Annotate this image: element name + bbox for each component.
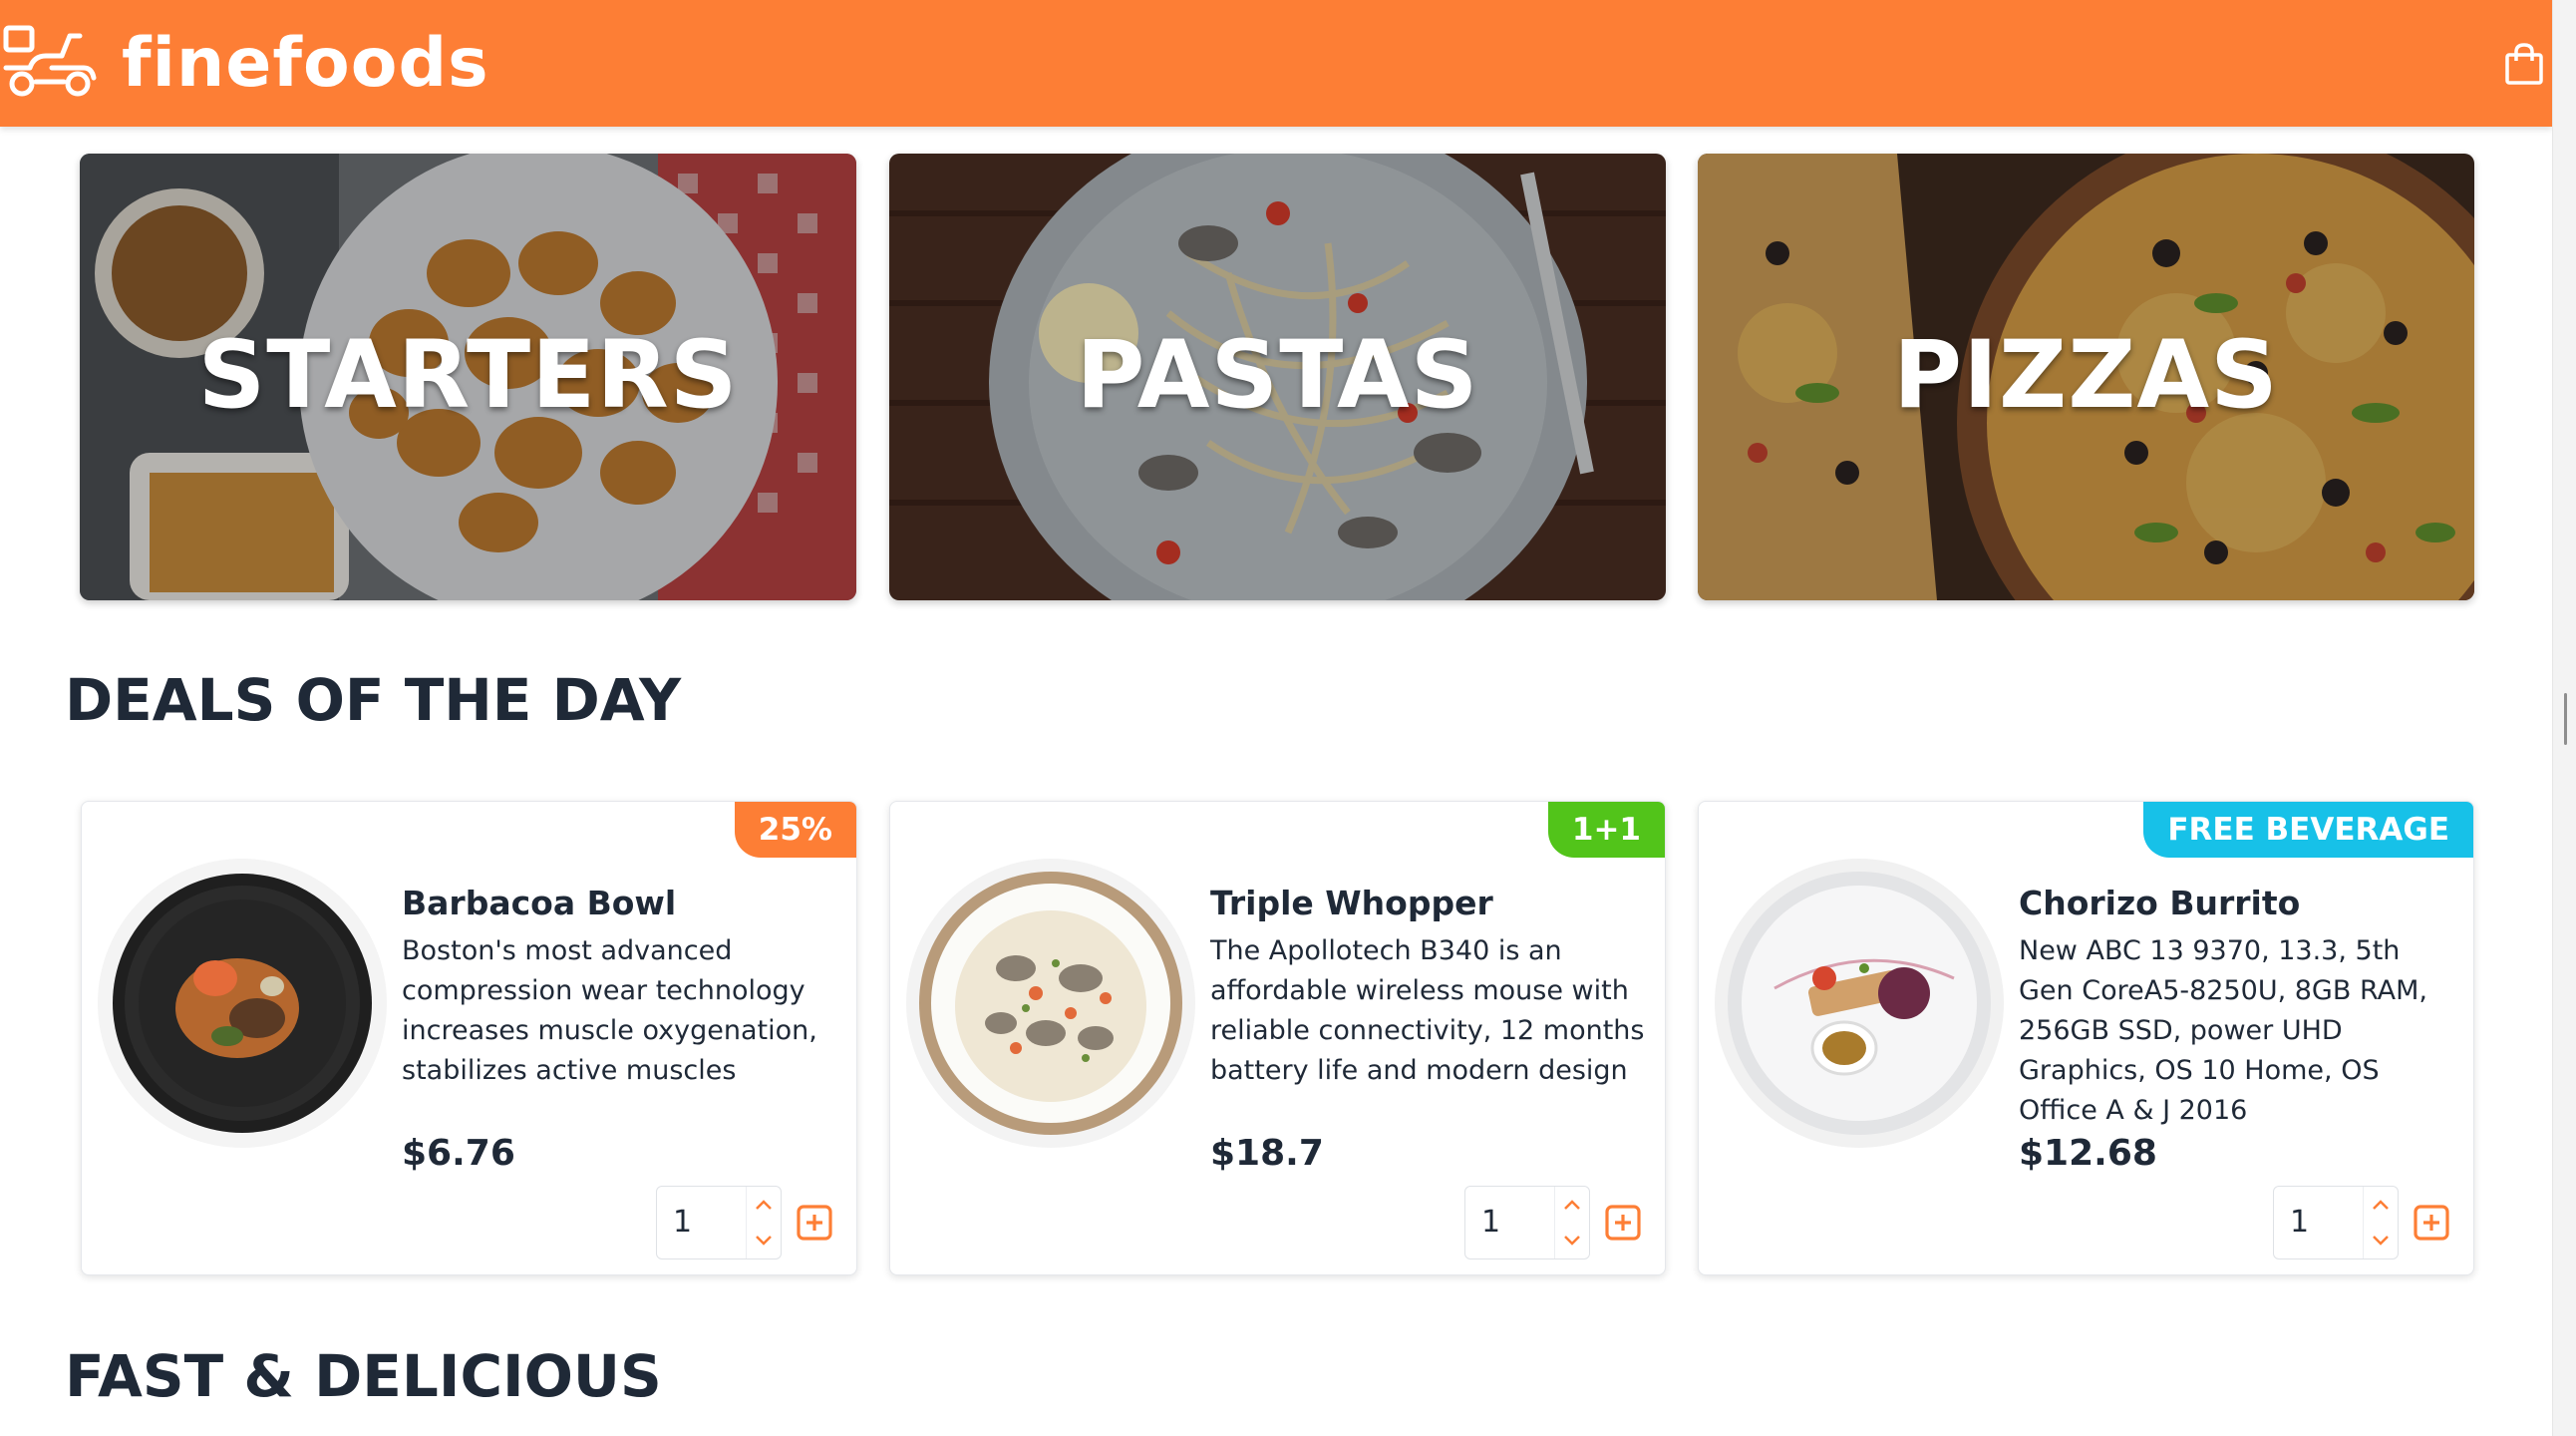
deal-badge: 25% xyxy=(734,802,856,858)
dish-description: The Apollotech B340 is an affordable wir… xyxy=(1210,935,1645,1086)
chevron-down-icon[interactable] xyxy=(1555,1223,1589,1258)
deals-section-title: DEALS OF THE DAY xyxy=(65,666,682,734)
dish-photo xyxy=(906,859,1195,1148)
chevron-down-icon[interactable] xyxy=(2364,1223,2398,1258)
dish-description: New ABC 13 9370, 13.3, 5th Gen CoreA5-82… xyxy=(2019,935,2427,1126)
category-label: PIZZAS xyxy=(1893,321,2279,430)
shopping-bag-icon[interactable] xyxy=(2504,42,2544,86)
deal-card: FREE BEVERAGE Chorizo Burrito New ABC 13… xyxy=(1698,801,2474,1275)
fast-delicious-section-title: FAST & DELICIOUS xyxy=(65,1342,662,1410)
dish-name[interactable]: Barbacoa Bowl xyxy=(402,884,676,922)
quantity-stepper[interactable]: 1 xyxy=(1464,1186,1590,1259)
vertical-scrollbar[interactable] xyxy=(2552,0,2576,1436)
quantity-input[interactable]: 1 xyxy=(1481,1187,1551,1258)
chevron-up-icon[interactable] xyxy=(2364,1187,2398,1223)
category-label: STARTERS xyxy=(197,321,739,430)
dish-name[interactable]: Triple Whopper xyxy=(1210,884,1493,922)
scrollbar-grip[interactable] xyxy=(2564,693,2567,745)
chevron-up-icon[interactable] xyxy=(747,1187,781,1223)
category-tile-starters[interactable]: STARTERS xyxy=(80,154,856,600)
quantity-input[interactable]: 1 xyxy=(673,1187,743,1258)
dish-price: $12.68 xyxy=(2019,1133,2157,1174)
top-navbar: finefoods xyxy=(0,0,2552,127)
category-tile-pizzas[interactable]: PIZZAS xyxy=(1698,154,2474,600)
dish-photo xyxy=(1715,859,2004,1148)
scooter-delivery-icon xyxy=(3,25,97,97)
quantity-arrows xyxy=(1554,1187,1589,1258)
category-label: PASTAS xyxy=(1076,321,1479,430)
quantity-stepper[interactable]: 1 xyxy=(2273,1186,2399,1259)
dish-photo xyxy=(98,859,387,1148)
plus-square-icon[interactable] xyxy=(796,1204,833,1242)
chevron-up-icon[interactable] xyxy=(1555,1187,1589,1223)
brand-logo[interactable]: finefoods xyxy=(122,24,489,104)
quantity-stepper[interactable]: 1 xyxy=(656,1186,782,1259)
plus-square-icon[interactable] xyxy=(2413,1204,2450,1242)
quantity-input[interactable]: 1 xyxy=(2290,1187,2360,1258)
dish-description: Boston's most advanced compression wear … xyxy=(402,935,817,1086)
dish-price: $6.76 xyxy=(402,1133,515,1174)
chevron-down-icon[interactable] xyxy=(747,1223,781,1258)
dish-name[interactable]: Chorizo Burrito xyxy=(2019,884,2300,922)
plus-square-icon[interactable] xyxy=(1604,1204,1642,1242)
page: finefoods STARTERS PASTAS PIZZAS DEALS O… xyxy=(0,0,2552,1436)
deal-badge: 1+1 xyxy=(1547,802,1665,858)
deal-card: 1+1 Triple Whopper The Apollotech B340 i… xyxy=(889,801,1666,1275)
deal-badge: FREE BEVERAGE xyxy=(2143,802,2473,858)
dish-price: $18.7 xyxy=(1210,1133,1324,1174)
quantity-arrows xyxy=(2363,1187,2398,1258)
category-tile-pastas[interactable]: PASTAS xyxy=(889,154,1666,600)
deal-card: 25% Barbacoa Bowl Boston's most advanced… xyxy=(81,801,857,1275)
quantity-arrows xyxy=(746,1187,781,1258)
